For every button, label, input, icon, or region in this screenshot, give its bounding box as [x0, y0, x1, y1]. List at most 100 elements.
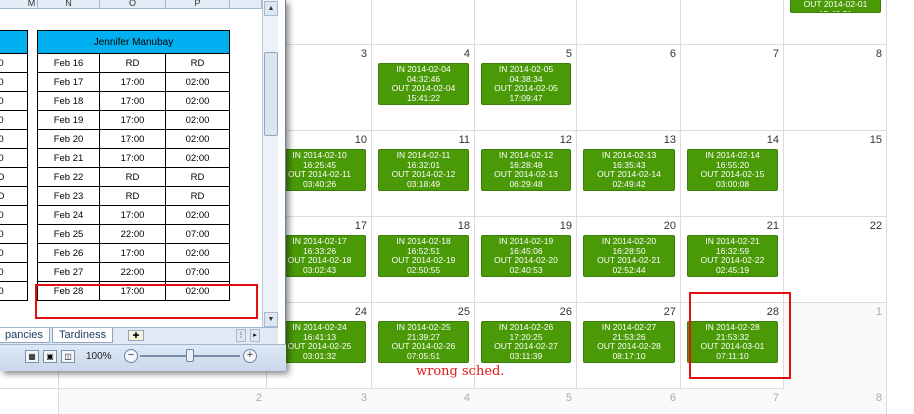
attendance-event[interactable]: IN 2014-02-18 16:52:51 OUT 2014-02-19 02:50… — [378, 235, 469, 277]
date-cell[interactable]: Feb 17 — [38, 73, 100, 92]
table-row[interactable]: Feb 24 17:00 02:00 — [38, 206, 229, 225]
attendance-event[interactable]: IN 2014-02-12 16:28:48 OUT 2014-02-13 06:29… — [481, 149, 571, 191]
table-row[interactable]: 0 — [0, 206, 27, 225]
worksheet-cells[interactable]: 000000DD00000 Jennifer Manubay Feb 16 RD R… — [0, 9, 262, 321]
time-out-cell[interactable]: 02:00 — [166, 149, 229, 168]
column-header[interactable]: O — [100, 0, 166, 9]
date-cell[interactable]: Feb 21 — [38, 149, 100, 168]
time-in-cell[interactable]: 17:00 — [100, 244, 166, 263]
table-row[interactable]: Feb 19 17:00 02:00 — [38, 111, 229, 130]
time-out-cell[interactable]: 02:00 — [166, 206, 229, 225]
scroll-thumb[interactable] — [264, 52, 278, 136]
table-row[interactable]: 0 — [0, 244, 27, 263]
time-out-cell[interactable]: 07:00 — [166, 225, 229, 244]
sheet-tab-tardiness[interactable]: Tardiness — [52, 328, 114, 343]
time-out-cell[interactable]: 02:00 — [166, 92, 229, 111]
time-in-cell[interactable]: 17:00 — [100, 73, 166, 92]
sheet-tab-discrepancies[interactable]: pancies — [0, 328, 50, 343]
time-out-cell[interactable]: 02:00 — [166, 130, 229, 149]
attendance-event[interactable]: IN 2014-02-26 17:20:25 OUT 2014-02-27 03:11… — [481, 321, 571, 363]
attendance-event[interactable]: IN 2014-02-13 16:35:43 OUT 2014-02-14 02:49… — [583, 149, 675, 191]
zoom-out-button[interactable]: − — [124, 349, 138, 363]
time-out-cell[interactable]: 07:00 — [166, 263, 229, 282]
tab-split-handle[interactable]: ⋮ — [236, 329, 246, 342]
time-out-cell[interactable]: 02:00 — [166, 111, 229, 130]
table-row[interactable]: Feb 25 22:00 07:00 — [38, 225, 229, 244]
cut-off-cell[interactable]: 0 — [0, 54, 9, 73]
table-row[interactable]: Feb 17 17:00 02:00 — [38, 73, 229, 92]
tab-scroll-button[interactable]: ▸ — [250, 329, 260, 342]
cut-off-cell[interactable]: 0 — [0, 206, 9, 225]
zoom-level[interactable]: 100% — [86, 351, 112, 362]
cut-off-cell[interactable]: 0 — [0, 92, 9, 111]
time-in-cell[interactable]: 22:00 — [100, 225, 166, 244]
time-in-cell[interactable]: 17:00 — [100, 130, 166, 149]
time-in-cell[interactable]: RD — [100, 54, 166, 73]
table-row[interactable]: Feb 22 RD RD — [38, 168, 229, 187]
scroll-up-button[interactable]: ▲ — [264, 1, 278, 16]
column-header[interactable]: P — [166, 0, 230, 9]
cut-off-cell[interactable]: 0 — [0, 149, 9, 168]
table-row[interactable]: Feb 26 17:00 02:00 — [38, 244, 229, 263]
table-row[interactable]: Feb 16 RD RD — [38, 54, 229, 73]
time-in-cell[interactable]: 17:00 — [100, 92, 166, 111]
table-row[interactable]: 0 — [0, 263, 27, 282]
table-row[interactable]: 0 — [0, 111, 27, 130]
scroll-down-button[interactable]: ▼ — [264, 312, 278, 327]
date-cell[interactable]: Feb 27 — [38, 263, 100, 282]
time-in-cell[interactable]: 17:00 — [100, 149, 166, 168]
column-header-blank[interactable] — [230, 0, 262, 9]
cut-off-cell[interactable]: 0 — [0, 73, 9, 92]
table-row[interactable]: Feb 21 17:00 02:00 — [38, 149, 229, 168]
attendance-event[interactable]: IN 2014-02-27 21:53:26 OUT 2014-02-28 08:17… — [583, 321, 675, 363]
attendance-event[interactable]: IN 2014-02-05 04:38:34 OUT 2014-02-05 17:09… — [481, 63, 571, 105]
table-row[interactable]: Feb 23 RD RD — [38, 187, 229, 206]
table-row[interactable]: Feb 27 22:00 07:00 — [38, 263, 229, 282]
table-row[interactable]: 0 — [0, 54, 27, 73]
time-out-cell[interactable]: RD — [166, 187, 229, 206]
table-row[interactable]: 0 — [0, 149, 27, 168]
column-header[interactable]: N — [38, 0, 100, 9]
table-row[interactable]: D — [0, 187, 27, 206]
page-layout-view-icon[interactable]: ▣ — [43, 350, 57, 363]
cut-off-cell[interactable]: 0 — [0, 111, 9, 130]
vertical-scrollbar[interactable]: ▲ ▼ — [262, 0, 278, 328]
date-cell[interactable]: Feb 25 — [38, 225, 100, 244]
table-row[interactable]: 0 — [0, 92, 27, 111]
attendance-event[interactable]: IN 2014-02-04 04:32:46 OUT 2014-02-04 15:41… — [378, 63, 469, 105]
time-out-cell[interactable]: 02:00 — [166, 73, 229, 92]
date-cell[interactable]: Feb 16 — [38, 54, 100, 73]
date-cell[interactable]: Feb 18 — [38, 92, 100, 111]
time-out-cell[interactable]: RD — [166, 168, 229, 187]
date-cell[interactable]: Feb 26 — [38, 244, 100, 263]
cut-off-cell[interactable]: 0 — [0, 225, 9, 244]
time-out-cell[interactable]: 02:00 — [166, 244, 229, 263]
table-row[interactable]: 0 — [0, 73, 27, 92]
time-in-cell[interactable]: 17:00 — [100, 206, 166, 225]
cut-off-cell[interactable]: 0 — [0, 282, 9, 301]
cut-off-cell[interactable]: D — [0, 187, 9, 206]
time-in-cell[interactable]: RD — [100, 168, 166, 187]
zoom-slider-thumb[interactable] — [186, 349, 194, 362]
attendance-event[interactable]: IN 2014-02-21 16:32:59 OUT 2014-02-22 02:45… — [687, 235, 778, 277]
time-in-cell[interactable]: 22:00 — [100, 263, 166, 282]
date-cell[interactable]: Feb 19 — [38, 111, 100, 130]
attendance-event[interactable]: IN 2014-02-19 16:45:06 OUT 2014-02-20 02:40… — [481, 235, 571, 277]
time-in-cell[interactable]: RD — [100, 187, 166, 206]
page-break-view-icon[interactable]: ◫ — [61, 350, 75, 363]
table-row[interactable]: 0 — [0, 225, 27, 244]
attendance-event[interactable]: IN 2014-02-20 16:28:50 OUT 2014-02-21 02:52… — [583, 235, 675, 277]
attendance-event[interactable]: IN 2014-02-10 16:25:45 OUT 2014-02-11 03:40… — [273, 149, 366, 191]
date-cell[interactable]: Feb 23 — [38, 187, 100, 206]
table-row[interactable]: Feb 18 17:00 02:00 — [38, 92, 229, 111]
cut-off-cell[interactable]: D — [0, 168, 9, 187]
normal-view-icon[interactable]: ▦ — [25, 350, 39, 363]
attendance-event[interactable]: IN 2014-02-25 21:39:27 OUT 2014-02-26 07:05… — [378, 321, 469, 363]
zoom-in-button[interactable]: + — [243, 349, 257, 363]
time-in-cell[interactable]: 17:00 — [100, 111, 166, 130]
cut-off-cell[interactable]: 0 — [0, 244, 9, 263]
cut-off-cell[interactable]: 0 — [0, 263, 9, 282]
insert-sheet-icon[interactable]: ✚ — [128, 330, 144, 341]
date-cell[interactable]: Feb 24 — [38, 206, 100, 225]
time-out-cell[interactable]: RD — [166, 54, 229, 73]
